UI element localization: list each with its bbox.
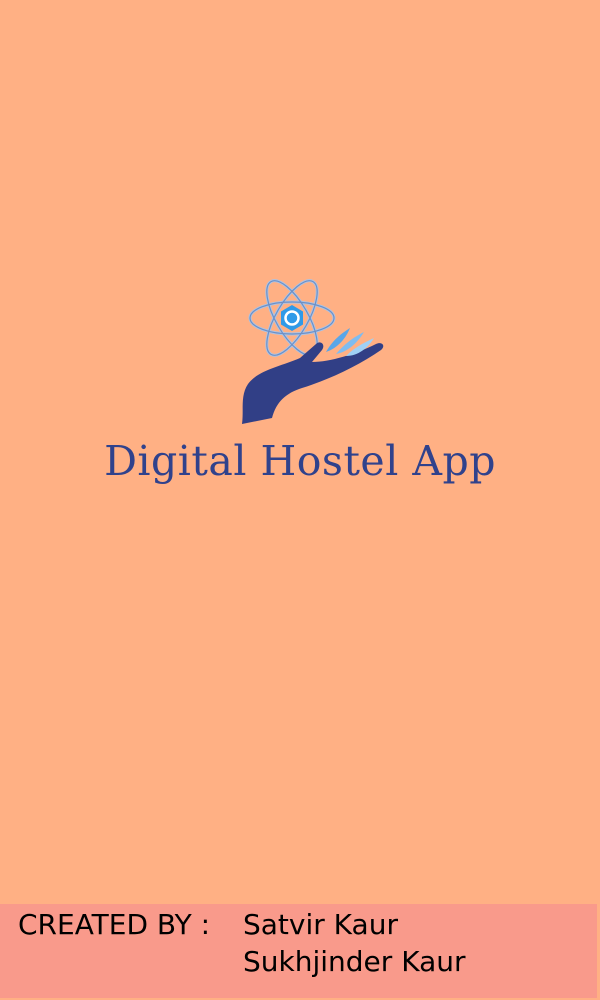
atom-hand-icon xyxy=(242,279,384,424)
author-name: Sukhjinder Kaur xyxy=(243,945,466,978)
credits-footer: CREATED BY : Satvir Kaur Sukhjinder Kaur xyxy=(0,904,597,998)
created-by-label: CREATED BY : xyxy=(18,908,211,941)
splash-screen: Digital Hostel App CREATED BY : Satvir K… xyxy=(0,0,600,1000)
app-logo: Digital Hostel App xyxy=(100,272,500,502)
app-title: Digital Hostel App xyxy=(104,437,496,485)
author-name: Satvir Kaur xyxy=(243,908,398,941)
